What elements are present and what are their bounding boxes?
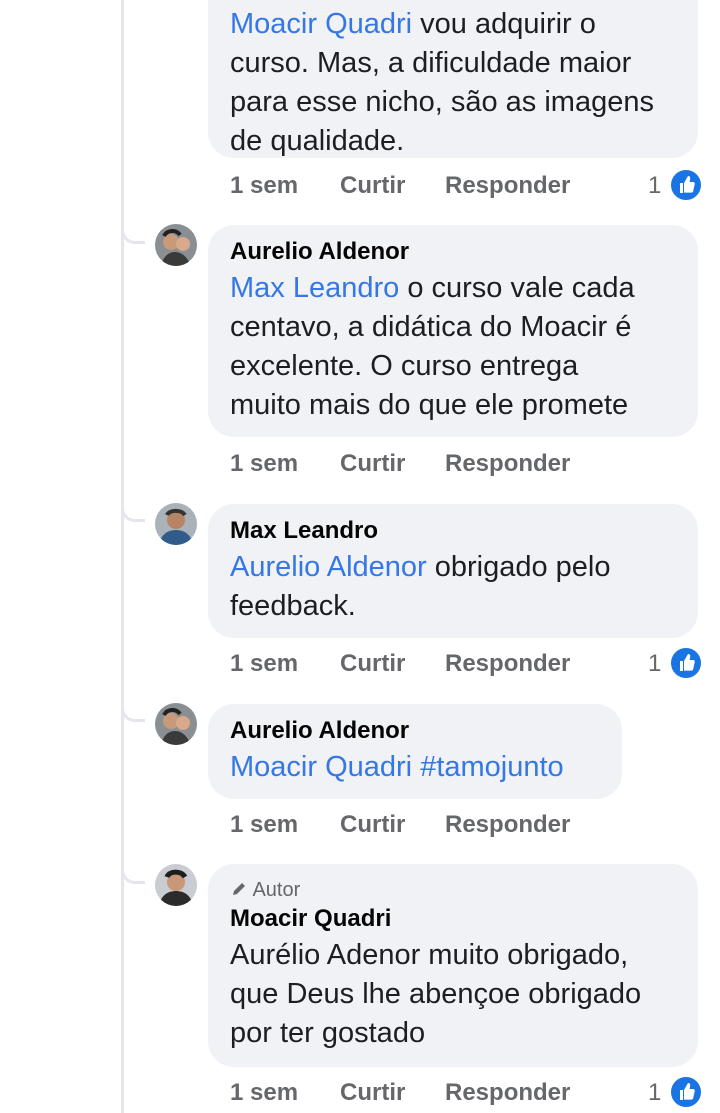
like-button[interactable]: Curtir bbox=[340, 450, 405, 478]
reply-button[interactable]: Responder bbox=[445, 650, 570, 678]
comment-text-line: muito mais do que ele promete bbox=[230, 389, 629, 421]
comment-text-line: para esse nicho, são as imagens bbox=[230, 86, 654, 118]
like-count[interactable]: 1 bbox=[648, 172, 661, 200]
timestamp[interactable]: 1 sem bbox=[230, 450, 298, 478]
timestamp[interactable]: 1 sem bbox=[230, 1079, 298, 1107]
thread-branch bbox=[121, 500, 145, 522]
comment-text-line: que Deus lhe abençoe obrigado bbox=[230, 978, 642, 1010]
timestamp[interactable]: 1 sem bbox=[230, 650, 298, 678]
comment-text: Moacir Quadri #tamojunto bbox=[230, 748, 600, 787]
comment-text-line: centavo, a didática do Moacir é bbox=[230, 311, 632, 343]
mention-link[interactable]: Moacir Quadri bbox=[230, 8, 412, 40]
commenter-name[interactable]: Aurelio Aldenor bbox=[230, 714, 600, 748]
comment-bubble: Aurelio Aldenor Max Leandro o curso vale… bbox=[208, 225, 698, 437]
thumbs-up-icon[interactable] bbox=[669, 168, 703, 202]
comment-text: Max Leandro o curso vale cada bbox=[230, 269, 676, 308]
like-count[interactable]: 1 bbox=[648, 650, 661, 678]
avatar[interactable] bbox=[155, 224, 197, 266]
thread-branch bbox=[121, 222, 145, 244]
comment-text-rest: o curso vale cada bbox=[399, 272, 635, 304]
comment-text-line: Aurélio Adenor muito obrigado, bbox=[230, 939, 629, 971]
reply-button[interactable]: Responder bbox=[445, 811, 570, 839]
comment-text-line: feedback. bbox=[230, 590, 356, 622]
like-button[interactable]: Curtir bbox=[340, 172, 405, 200]
comment-text-line: de qualidade. bbox=[230, 125, 405, 157]
comment-bubble: Moacir Quadri vou adquirir o curso. Mas,… bbox=[208, 0, 698, 158]
hashtag-link[interactable]: #tamojunto bbox=[420, 751, 564, 783]
comment-text: Moacir Quadri vou adquirir o bbox=[230, 8, 596, 40]
comment-text-line: por ter gostado bbox=[230, 1017, 426, 1049]
thread-branch bbox=[121, 700, 145, 722]
thread-branch bbox=[121, 862, 145, 884]
reply-button[interactable]: Responder bbox=[445, 450, 570, 478]
like-button[interactable]: Curtir bbox=[340, 1079, 405, 1107]
author-badge: Autor bbox=[230, 878, 676, 902]
commenter-name[interactable]: Moacir Quadri bbox=[230, 902, 676, 936]
thread-line bbox=[121, 0, 124, 1113]
avatar[interactable] bbox=[155, 703, 197, 745]
mention-link[interactable]: Aurelio Aldenor bbox=[230, 551, 427, 583]
like-count[interactable]: 1 bbox=[648, 1079, 661, 1107]
comment-text: Aurelio Aldenor obrigado pelo bbox=[230, 548, 676, 587]
reply-button[interactable]: Responder bbox=[445, 1079, 570, 1107]
pencil-icon bbox=[230, 879, 252, 901]
thumbs-up-icon[interactable] bbox=[669, 1075, 703, 1109]
comment-bubble: Aurelio Aldenor Moacir Quadri #tamojunto bbox=[208, 704, 622, 799]
mention-link[interactable]: Max Leandro bbox=[230, 272, 399, 304]
avatar[interactable] bbox=[155, 864, 197, 906]
reply-button[interactable]: Responder bbox=[445, 172, 570, 200]
comment-text-line: curso. Mas, a dificuldade maior bbox=[230, 47, 632, 79]
timestamp[interactable]: 1 sem bbox=[230, 811, 298, 839]
avatar[interactable] bbox=[155, 503, 197, 545]
comment-text-line: excelente. O curso entrega bbox=[230, 350, 579, 382]
comment-bubble: Max Leandro Aurelio Aldenor obrigado pel… bbox=[208, 504, 698, 638]
thumbs-up-icon[interactable] bbox=[669, 646, 703, 680]
commenter-name[interactable]: Max Leandro bbox=[230, 514, 676, 548]
timestamp[interactable]: 1 sem bbox=[230, 172, 298, 200]
mention-link[interactable]: Moacir Quadri bbox=[230, 751, 412, 783]
like-button[interactable]: Curtir bbox=[340, 650, 405, 678]
like-button[interactable]: Curtir bbox=[340, 811, 405, 839]
comment-bubble: Autor Moacir Quadri Aurélio Adenor muito… bbox=[208, 864, 698, 1067]
comment-text-rest: obrigado pelo bbox=[426, 551, 611, 583]
commenter-name[interactable]: Aurelio Aldenor bbox=[230, 235, 676, 269]
